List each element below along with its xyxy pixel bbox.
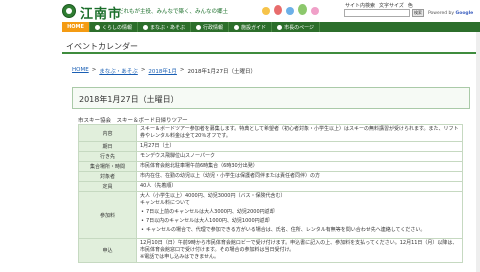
site-tagline: だれもが主役、みんなで築く、みんなの郷土 (118, 9, 229, 15)
powered-by-label: Powered by (428, 11, 455, 16)
row-label: 参加料 (78, 191, 137, 239)
nav-admin-label: 行政情報 (203, 24, 224, 31)
site-name[interactable]: 江南市 (80, 3, 122, 22)
nav-facility-guide[interactable]: 施設ガイド (229, 22, 273, 32)
list-item: 7日以内のキャンセルは大人1000円、幼児1000円返却 (140, 218, 459, 225)
nav-admin-info[interactable]: 行政情報 (191, 22, 230, 32)
row-label: 行き先 (78, 151, 137, 162)
table-row: 参加料 大人（小学生以上）4000円、幼児3000円（バス・保険代含む） キャン… (78, 191, 463, 239)
site-search-label: サイト内検索 (345, 3, 376, 9)
table-row: 対象者 市内在住、在勤の幼児以上（幼児・小学生は保護者同伴または責任者同伴）の方 (78, 171, 463, 182)
table-row: 定員 40人（先着順） (78, 181, 463, 192)
global-nav: HOME くらしの情報 まなぶ・あそぶ 行政情報 施設ガイド 市長のページ (62, 22, 480, 32)
nav-living-info[interactable]: くらしの情報 (90, 22, 139, 32)
row-label: 内容 (78, 124, 137, 142)
header-utility-links: サイト内検索 文字サイズ 色 (345, 2, 413, 9)
nav-learn-play[interactable]: まなぶ・あそぶ (138, 22, 192, 32)
event-date-title: 2018年1月27日（土曜日） (79, 95, 179, 104)
breadcrumb-home[interactable]: HOME (72, 67, 89, 75)
search-button[interactable]: 検索 (412, 9, 424, 17)
list-item: 7日以上前のキャンセルは大人3000円、幼児2000円返却 (140, 209, 459, 216)
row-value: 1月27日（土） (136, 141, 463, 152)
nav-mayor-page[interactable]: 市長のページ (272, 22, 320, 32)
breadcrumb-current: 2018年1月27日（土曜日） (187, 69, 257, 75)
nav-living-label: くらしの情報 (102, 24, 133, 31)
row-value: 40人（先着順） (136, 181, 463, 192)
row-value: モンデウス飛騨位山スノーパーク (136, 151, 463, 162)
city-emblem-icon[interactable] (62, 4, 76, 18)
nav-bullet-icon (234, 24, 240, 30)
row-label: 申込 (78, 238, 137, 263)
event-details-table: 内容 スキー＆ボードツアー参加者を募集します。特典として希望者（初心者対象・小学… (78, 124, 463, 263)
apply-note: ※電話では申し込みはできません。 (140, 254, 220, 260)
google-brand: Google (455, 11, 474, 16)
nav-bullet-icon (143, 24, 149, 30)
page-title: イベントカレンダー (66, 42, 138, 51)
nav-home-label: HOME (67, 24, 84, 30)
row-value: スキー＆ボードツアー参加者を募集します。特典として希望者（初心者対象・小学生以上… (136, 124, 463, 142)
row-value: 市民体育会館北駐車場午前6時集合（6時30分出発） (136, 161, 463, 172)
breadcrumb-separator: > (179, 67, 185, 73)
breadcrumb-month[interactable]: 2018年1月 (148, 67, 177, 75)
table-row: 集合場所・時間 市民体育会館北駐車場午前6時集合（6時30分出発） (78, 161, 463, 172)
nav-learn-label: まなぶ・あそぶ (150, 24, 186, 31)
row-label: 定員 (78, 181, 137, 192)
nav-bullet-icon (196, 24, 202, 30)
page-scrollbar[interactable] (476, 32, 480, 272)
color-link[interactable]: 色 (408, 2, 413, 9)
cancel-policy-list: 7日以上前のキャンセルは大人3000円、幼児2000円返却 7日以内のキャンセル… (140, 209, 459, 234)
table-row: 行き先 モンデウス飛騨位山スノーパーク (78, 151, 463, 162)
row-value: 12月10日（日）午前9時から市民体育会館ロビーで受け付けます。申込書に記入の上… (136, 238, 463, 263)
page-heading: イベントカレンダー (62, 36, 480, 54)
event-date-heading: 2018年1月27日（土曜日） (72, 87, 470, 109)
main-content: イベントカレンダー HOME > まなぶ・あそぶ > 2018年1月 > 201… (62, 32, 480, 272)
row-value: 市内在住、在勤の幼児以上（幼児・小学生は保護者同伴または責任者同伴）の方 (136, 171, 463, 182)
font-size-link[interactable]: 文字サイズ (379, 2, 404, 9)
nav-mayor-label: 市長のページ (284, 24, 314, 31)
nav-bullet-icon (95, 24, 100, 30)
nav-bullet-icon (277, 24, 283, 30)
row-label: 集合場所・時間 (78, 161, 137, 172)
fee-main: 大人（小学生以上）4000円、幼児3000円（バス・保険代含む） (140, 193, 286, 199)
row-label: 期日 (78, 141, 137, 152)
apply-main: 12月10日（日）午前9時から市民体育会館ロビーで受け付けます。申込書に記入の上… (140, 240, 458, 253)
table-row: 期日 1月27日（土） (78, 141, 463, 152)
event-name: 市スキー協会 スキー＆ボード日帰りツアー (78, 118, 188, 124)
search-input[interactable] (344, 9, 410, 17)
breadcrumb-separator: > (140, 67, 146, 73)
header-illustration (258, 1, 328, 21)
nav-facility-label: 施設ガイド (241, 24, 267, 31)
nav-home[interactable]: HOME (62, 22, 90, 32)
fee-cancel-heading: キャンセル料について (140, 200, 190, 206)
site-header: 江南市 だれもが主役、みんなで築く、みんなの郷土 サイト内検索 文字サイズ 色 … (0, 0, 480, 22)
table-row: 申込 12月10日（日）午前9時から市民体育会館ロビーで受け付けます。申込書に記… (78, 238, 463, 263)
breadcrumb-learn-play[interactable]: まなぶ・あそぶ (99, 67, 138, 75)
row-value: 大人（小学生以上）4000円、幼児3000円（バス・保険代含む） キャンセル料に… (136, 191, 463, 239)
breadcrumb: HOME > まなぶ・あそぶ > 2018年1月 > 2018年1月27日（土曜… (72, 67, 256, 75)
row-label: 対象者 (78, 171, 137, 182)
table-row: 内容 スキー＆ボードツアー参加者を募集します。特典として希望者（初心者対象・小学… (78, 124, 463, 142)
list-item: キャンセルの場合で、代理で参加できる方がいる場合は、氏名、住所、レンタル有無等を… (140, 227, 459, 234)
breadcrumb-separator: > (91, 67, 97, 73)
powered-by-google: Powered by Google (428, 11, 473, 16)
